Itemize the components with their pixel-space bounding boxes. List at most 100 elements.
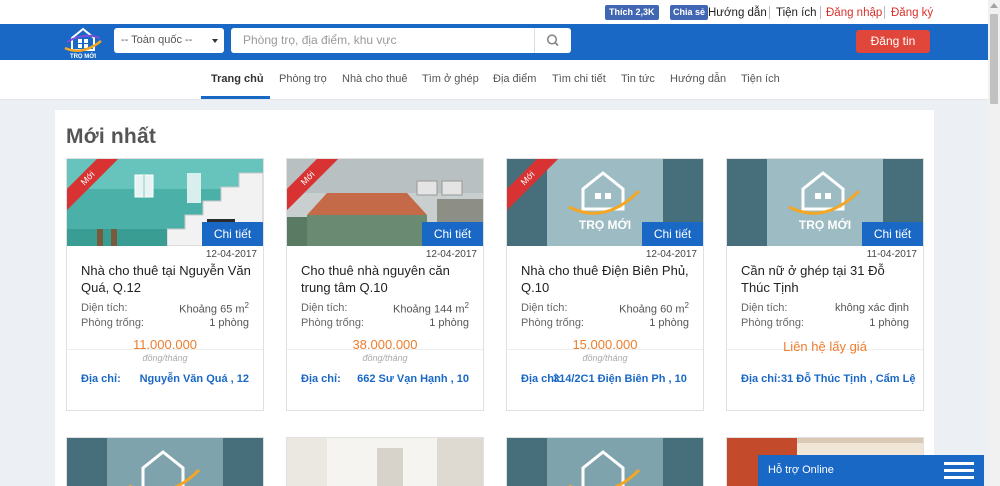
area-text: Khoảng 65 m: [179, 303, 245, 316]
logo-text: TRỌ MỚI: [579, 217, 631, 232]
listing-card[interactable]: TRỌ MỚI Chi tiết 11-04-2017 Cần nữ ở ghé…: [726, 158, 924, 411]
address-value: 31 Đỗ Thúc Tịnh , Cẩm Lệ: [781, 373, 916, 385]
rooms-label: Phòng trống:: [521, 317, 584, 329]
address-value: 662 Sư Vạn Hạnh , 10: [357, 373, 469, 385]
region-select[interactable]: -- Toàn quốc --: [114, 28, 224, 53]
rooms-value: 1 phòng: [429, 317, 469, 329]
detail-button-label: Chi tiết: [873, 227, 912, 241]
chevron-down-icon: [212, 39, 218, 43]
main-header: TRỌ MỚI -- Toàn quốc -- Phòng trọ, địa đ…: [0, 24, 988, 60]
listing-date: 12-04-2017: [205, 249, 257, 260]
listing-card[interactable]: Mới Chi tiết 12-04-2017 Cho thuê nhà ngu…: [286, 158, 484, 411]
listing-thumbnail[interactable]: TRỌ MỚI Mới Chi tiết: [507, 159, 703, 246]
nav-item-news[interactable]: Tin tức: [621, 72, 655, 86]
listing-price: 11.000.000: [132, 337, 198, 352]
listing-card[interactable]: Mới Chi tiết 12-04-2017 Nhà cho thuê tại…: [66, 158, 264, 411]
rooms-label: Phòng trống:: [81, 317, 144, 329]
listing-card[interactable]: [506, 437, 704, 486]
area-label: Diện tích:: [741, 302, 788, 314]
detail-button[interactable]: Chi tiết: [202, 222, 263, 246]
site-logo[interactable]: TRỌ MỚI: [62, 26, 104, 60]
top-bar: Thích 2,3K Chia sẻ Hướng dẫn Tiện ích Đă…: [0, 0, 988, 24]
new-ribbon: Mới: [67, 159, 119, 211]
detail-button[interactable]: Chi tiết: [422, 222, 483, 246]
listing-photo: [287, 438, 483, 486]
price-unit: đồng/tháng: [582, 353, 628, 363]
rooms-value: 1 phòng: [649, 317, 689, 329]
listing-thumbnail[interactable]: Mới Chi tiết: [287, 159, 483, 246]
ribbon-label: Mới: [67, 159, 119, 211]
facebook-like-button[interactable]: Thích 2,3K: [605, 5, 659, 20]
area-text: Khoảng 144 m: [392, 303, 465, 316]
nav-item-roommates[interactable]: Tìm ở ghép: [422, 72, 479, 86]
area-unit-exponent: 2: [464, 301, 469, 310]
listing-title[interactable]: Nhà cho thuê Điện Biên Phủ, Q.10: [521, 262, 696, 296]
listing-date: 12-04-2017: [425, 249, 477, 260]
placeholder-photo: [67, 438, 263, 486]
nav-item-utilities[interactable]: Tiện ích: [741, 72, 780, 86]
guide-link[interactable]: Hướng dẫn: [708, 6, 767, 20]
divider: [884, 6, 885, 19]
listing-thumbnail[interactable]: TRỌ MỚI Chi tiết: [727, 159, 923, 246]
nav-item-guide[interactable]: Hướng dẫn: [670, 72, 726, 86]
address-label: Địa chỉ:: [741, 373, 781, 385]
nav-item-places[interactable]: Địa điểm: [493, 72, 536, 86]
ribbon-label: Mới: [507, 159, 559, 211]
search-placeholder: Phòng trọ, địa điểm, khu vực: [243, 33, 397, 47]
listing-card[interactable]: [286, 437, 484, 486]
latest-listings-section: Mới nhất Mới Chi tiết 12-04-2017 Nhà cho…: [55, 110, 934, 486]
detail-button[interactable]: Chi tiết: [642, 222, 703, 246]
logo-text: TRỌ MỚI: [70, 52, 96, 59]
divider: [769, 6, 770, 19]
placeholder-photo: [507, 438, 703, 486]
utilities-link[interactable]: Tiện ích: [776, 6, 816, 20]
logo-text: TRỌ MỚI: [799, 217, 851, 232]
listing-date: 11-04-2017: [866, 249, 917, 260]
online-support-widget[interactable]: Hỗ trợ Online: [758, 455, 984, 486]
new-ribbon: Mới: [507, 159, 559, 211]
listing-date: 12-04-2017: [645, 249, 697, 260]
facebook-share-button[interactable]: Chia sẻ: [670, 5, 709, 20]
area-value: Khoảng 65 m2: [179, 301, 249, 316]
ribbon-label: Mới: [287, 159, 339, 211]
listing-thumbnail[interactable]: Mới Chi tiết: [67, 159, 263, 246]
page-scrollbar[interactable]: [988, 0, 1000, 486]
nav-item-advanced-search[interactable]: Tìm chi tiết: [552, 72, 606, 86]
area-value: không xác định: [835, 302, 909, 314]
search-button[interactable]: [534, 28, 571, 53]
menu-icon[interactable]: [944, 462, 974, 480]
address-value: 314/2C1 Điện Biên Ph , 10: [553, 373, 687, 385]
listing-title[interactable]: Cần nữ ở ghép tại 31 Đỗ Thúc Tịnh: [741, 262, 916, 296]
listing-card[interactable]: TRỌ MỚI Mới Chi tiết 12-04-2017 Nhà cho …: [506, 158, 704, 411]
address-label: Địa chỉ:: [301, 373, 341, 385]
search-icon: [546, 34, 559, 47]
scrollbar-thumb[interactable]: [990, 14, 998, 104]
listing-title[interactable]: Nhà cho thuê tại Nguyễn Văn Quá, Q.12: [81, 262, 256, 296]
nav-item-home[interactable]: Trang chủ: [211, 72, 264, 86]
price-unit: đồng/tháng: [362, 353, 408, 363]
scroll-up-arrow-icon[interactable]: [990, 3, 998, 8]
address-label: Địa chỉ:: [81, 373, 121, 385]
main-nav: Trang chủ Phòng trọ Nhà cho thuê Tìm ở g…: [0, 60, 988, 100]
area-unit-exponent: 2: [684, 301, 689, 310]
register-link[interactable]: Đăng ký: [891, 6, 933, 20]
listing-card[interactable]: [66, 437, 264, 486]
house-logo-icon: TRỌ MỚI: [64, 27, 102, 60]
post-listing-button[interactable]: Đăng tin: [856, 30, 930, 53]
nav-item-rooms[interactable]: Phòng trọ: [279, 72, 327, 86]
login-link[interactable]: Đăng nhập: [826, 6, 882, 20]
rooms-value: 1 phòng: [869, 317, 909, 329]
price-unit: đồng/tháng: [142, 353, 188, 363]
area-label: Diện tích:: [301, 302, 348, 314]
nav-item-houses[interactable]: Nhà cho thuê: [342, 72, 407, 86]
active-tab-indicator: [201, 96, 270, 99]
facebook-share-label: Chia sẻ: [673, 7, 706, 17]
search-input[interactable]: Phòng trọ, địa điểm, khu vực: [231, 28, 534, 53]
detail-button-label: Chi tiết: [213, 227, 252, 241]
divider: [820, 6, 821, 19]
area-unit-exponent: 2: [244, 301, 249, 310]
detail-button[interactable]: Chi tiết: [862, 222, 923, 246]
detail-button-label: Chi tiết: [653, 227, 692, 241]
facebook-like-label: Thích 2,3K: [609, 7, 655, 17]
listing-title[interactable]: Cho thuê nhà nguyên căn trung tâm Q.10: [301, 262, 476, 296]
